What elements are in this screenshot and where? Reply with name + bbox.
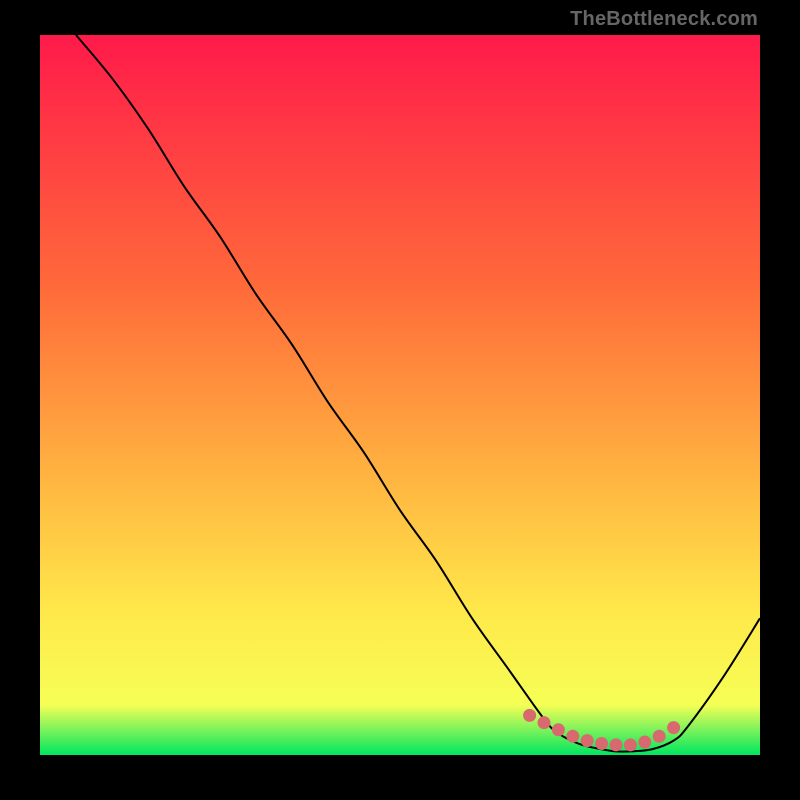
optimal-dot xyxy=(538,716,551,729)
optimal-range-dots xyxy=(523,709,680,752)
optimal-dot xyxy=(552,723,565,736)
optimal-dot xyxy=(653,730,666,743)
optimal-dot xyxy=(638,736,651,749)
optimal-dot xyxy=(581,734,594,747)
optimal-dot xyxy=(566,730,579,743)
optimal-dot xyxy=(667,721,680,734)
watermark-text: TheBottleneck.com xyxy=(570,8,758,31)
bottleneck-curve xyxy=(76,35,760,752)
optimal-dot xyxy=(523,709,536,722)
chart-curve-layer xyxy=(40,35,760,755)
optimal-dot xyxy=(624,738,637,751)
chart-container xyxy=(40,35,760,755)
optimal-dot xyxy=(595,737,608,750)
optimal-dot xyxy=(610,738,623,751)
